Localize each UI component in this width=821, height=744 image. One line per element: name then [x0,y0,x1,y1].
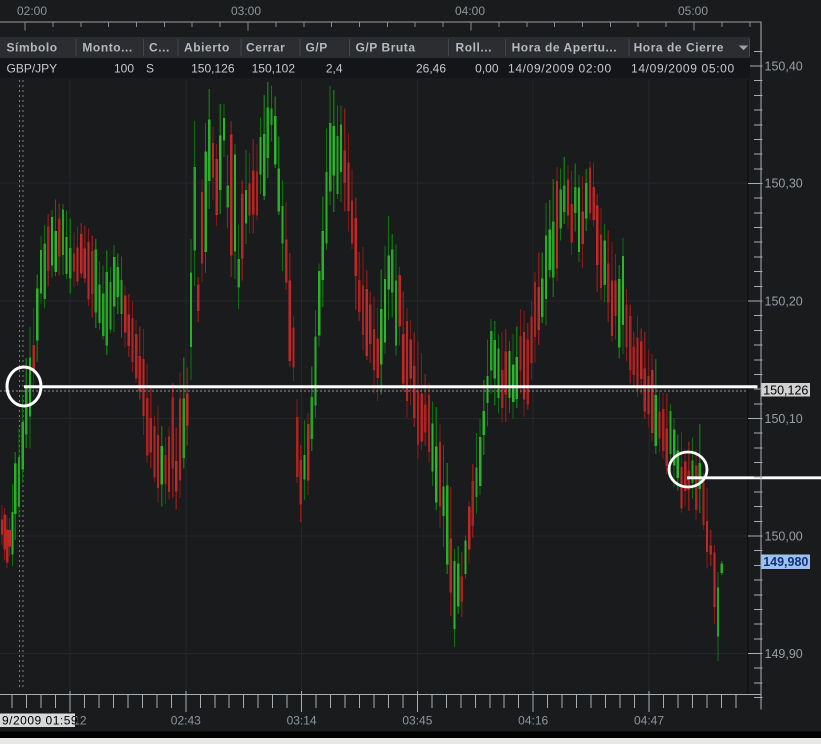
svg-text:150,126: 150,126 [763,383,808,397]
svg-text:03:45: 03:45 [402,714,432,728]
svg-text:150,10: 150,10 [765,412,803,426]
svg-text:G/P: G/P [306,41,328,55]
svg-text:150,102: 150,102 [252,62,296,76]
svg-text:Monto...: Monto... [82,41,132,55]
svg-text:Cerrar: Cerrar [246,41,285,55]
svg-text:149,980: 149,980 [763,555,808,569]
svg-text:GBP/JPY: GBP/JPY [7,62,58,76]
svg-text:150,00: 150,00 [765,530,803,544]
svg-text:0,00: 0,00 [475,62,499,76]
svg-text:C...: C... [149,41,170,55]
svg-text:04:47: 04:47 [634,714,664,728]
svg-text:04:16: 04:16 [518,714,548,728]
svg-text:02:43: 02:43 [171,714,201,728]
svg-text:05:00: 05:00 [678,4,708,18]
svg-text:150,126: 150,126 [191,62,235,76]
svg-text:03:00: 03:00 [231,4,261,18]
svg-text:S: S [146,62,154,76]
svg-text:Abierto: Abierto [184,41,230,55]
svg-text:04:00: 04:00 [455,4,485,18]
svg-text:02:00: 02:00 [17,4,47,18]
svg-text:9/2009 01:59: 9/2009 01:59 [2,714,78,728]
svg-text:Hora de Cierre: Hora de Cierre [634,41,724,55]
svg-text:Símbolo: Símbolo [7,41,58,55]
svg-text:Hora de Apertu...: Hora de Apertu... [512,41,618,55]
svg-text:150,40: 150,40 [765,60,803,74]
svg-text:2,4: 2,4 [326,62,343,76]
svg-text:150,20: 150,20 [765,295,803,309]
svg-text:G/P Bruta: G/P Bruta [356,41,416,55]
svg-text:03:14: 03:14 [287,714,317,728]
svg-text:149,90: 149,90 [765,647,803,661]
svg-text:Roll...: Roll... [456,41,493,55]
svg-text:100: 100 [114,62,134,76]
svg-text:14/09/2009 05:00: 14/09/2009 05:00 [631,62,735,76]
svg-text:14/09/2009 02:00: 14/09/2009 02:00 [508,62,612,76]
svg-text:26,46: 26,46 [416,62,446,76]
svg-text:150,30: 150,30 [765,177,803,191]
